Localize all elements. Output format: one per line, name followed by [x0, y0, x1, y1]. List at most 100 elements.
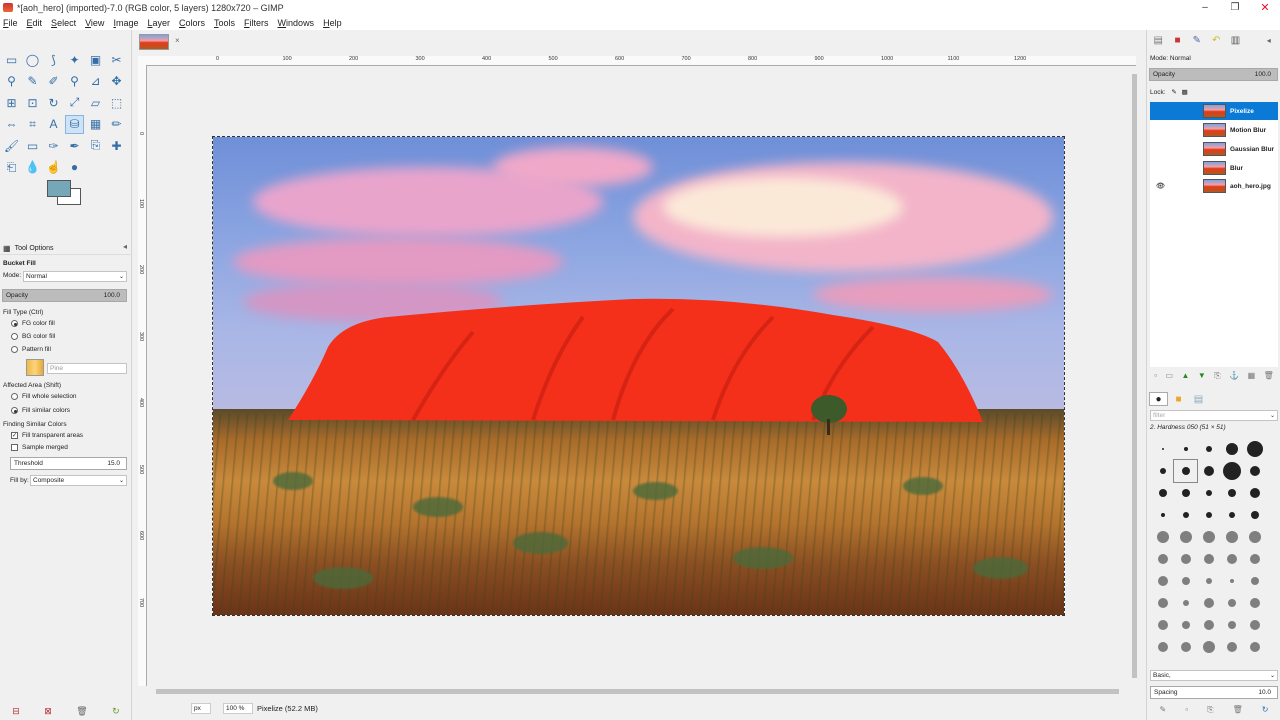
anchor-layer-icon[interactable]: ⚓ [1229, 371, 1239, 383]
brush-item[interactable] [1243, 438, 1266, 460]
reset-options-icon[interactable]: ↻ [112, 706, 120, 717]
brush-item[interactable] [1151, 592, 1174, 614]
crop-icon[interactable]: ⊡ [23, 93, 42, 112]
airbrush-icon[interactable]: ✑ [44, 136, 63, 155]
brush-item[interactable] [1174, 592, 1197, 614]
brush-item[interactable] [1151, 570, 1174, 592]
layer-row-gaussian-blur[interactable]: Gaussian Blur [1150, 140, 1278, 158]
lock-alpha-icon[interactable]: ▩ [1182, 89, 1188, 96]
align-icon[interactable]: ⊞ [2, 93, 21, 112]
pattern-fill-radio[interactable]: Pattern fill [11, 346, 51, 353]
foreground-select-icon[interactable]: ⚲ [2, 72, 21, 91]
brush-item[interactable] [1197, 570, 1220, 592]
brush-item[interactable] [1174, 482, 1197, 504]
layer-row-blur[interactable]: Blur [1150, 159, 1278, 177]
brush-item[interactable] [1243, 482, 1266, 504]
brush-item[interactable] [1243, 570, 1266, 592]
perspective-clone-icon[interactable]: ⎗ [2, 158, 21, 177]
fuzzy-select-icon[interactable]: ✦ [65, 50, 84, 69]
foreground-color-swatch[interactable] [47, 180, 71, 197]
minimize-button[interactable]: – [1190, 0, 1220, 15]
brush-item[interactable] [1243, 460, 1266, 482]
horizontal-ruler[interactable]: 0 100 200 300 400 500 600 700 800 900 1000 1100 1200 [146, 56, 1136, 66]
menu-tools[interactable]: Tools [214, 18, 235, 28]
vertical-scrollbar[interactable] [1130, 66, 1140, 686]
brush-item[interactable] [1220, 460, 1243, 482]
zoom-select[interactable]: 100 % [223, 703, 253, 714]
layer-opacity-slider[interactable]: Opacity 100.0 [1149, 68, 1278, 81]
tool-options-tab[interactable]: ▦ Tool Options ◂ [0, 242, 132, 255]
layer-mode-label[interactable]: Mode: Normal [1150, 55, 1191, 62]
undo-tab-icon[interactable]: ↶ [1207, 33, 1225, 47]
lock-pixels-icon[interactable]: ✎ [1171, 89, 1176, 96]
brush-item[interactable] [1151, 614, 1174, 636]
brush-filter-input[interactable]: filter ⌄ [1150, 410, 1278, 421]
paths-icon[interactable]: ✎ [23, 72, 42, 91]
heal-icon[interactable]: ✚ [107, 136, 126, 155]
refresh-brushes-icon[interactable]: ↻ [1262, 705, 1269, 717]
restore-options-icon[interactable]: ⊠ [44, 706, 52, 717]
layer-row-motion-blur[interactable]: Motion Blur [1150, 121, 1278, 139]
layers-tab-icon[interactable]: ▤ [1149, 33, 1167, 47]
ink-icon[interactable]: ✒ [65, 136, 84, 155]
brush-item[interactable] [1197, 548, 1220, 570]
paintbrush-icon[interactable]: 🖌 [2, 136, 21, 155]
brush-item[interactable] [1174, 504, 1197, 526]
bucket-fill-icon[interactable]: ⛁ [65, 114, 84, 134]
image-canvas[interactable] [212, 136, 1065, 616]
brush-item[interactable] [1197, 614, 1220, 636]
brush-item[interactable] [1243, 548, 1266, 570]
unit-select[interactable]: px [191, 703, 211, 714]
free-select-icon[interactable]: ⟆ [44, 50, 63, 69]
brush-item[interactable] [1243, 592, 1266, 614]
images-tab-icon[interactable]: ▥ [1226, 33, 1244, 47]
brush-preset-select[interactable]: Basic, ⌄ [1150, 670, 1278, 681]
scale-icon[interactable]: ⤢ [65, 93, 84, 112]
new-brush-icon[interactable]: ▫ [1185, 705, 1188, 717]
save-options-icon[interactable]: ⊟ [12, 706, 20, 717]
gradient-icon[interactable]: ▦ [86, 115, 105, 134]
text-icon[interactable]: A [44, 115, 63, 134]
brush-item[interactable] [1151, 548, 1174, 570]
brush-item[interactable] [1197, 482, 1220, 504]
eraser-icon[interactable]: ▭ [23, 136, 42, 155]
mode-select[interactable]: Normal ⌄ [23, 271, 127, 282]
scissors-icon[interactable]: ✂ [107, 50, 126, 69]
vertical-ruler[interactable]: 0 100 200 300 400 500 600 700 [138, 66, 147, 686]
brush-item[interactable] [1220, 614, 1243, 636]
pattern-swatch[interactable] [26, 359, 44, 376]
brush-item[interactable] [1220, 548, 1243, 570]
fill-by-select[interactable]: Composite ⌄ [30, 475, 127, 486]
brush-item[interactable] [1151, 438, 1174, 460]
brush-item[interactable] [1174, 636, 1197, 658]
blur-icon[interactable]: 💧 [23, 158, 42, 177]
delete-brush-icon[interactable]: 🗑 [1233, 705, 1243, 717]
cage-icon[interactable]: ⌗ [23, 115, 42, 134]
menu-file[interactable]: File [3, 18, 18, 28]
patterns-tab-icon[interactable]: ■ [1169, 392, 1188, 406]
brush-item[interactable] [1197, 526, 1220, 548]
brush-item[interactable] [1151, 482, 1174, 504]
layer-row-pixelize[interactable]: Pixelize [1150, 102, 1278, 120]
horizontal-scrollbar[interactable] [146, 687, 1131, 696]
sample-merged-checkbox[interactable]: Sample merged [11, 444, 68, 451]
brush-item[interactable] [1151, 504, 1174, 526]
brush-item[interactable] [1151, 526, 1174, 548]
fill-similar-colors-radio[interactable]: Fill similar colors [11, 407, 70, 414]
maximize-button[interactable]: ❐ [1220, 0, 1250, 15]
rotate-icon[interactable]: ↻ [44, 93, 63, 112]
fill-transparent-checkbox[interactable]: ✓ Fill transparent areas [11, 432, 83, 439]
pattern-name-field[interactable]: Pine [47, 363, 127, 374]
brush-item[interactable] [1243, 636, 1266, 658]
menu-layer[interactable]: Layer [147, 18, 170, 28]
edit-brush-icon[interactable]: ✎ [1160, 705, 1167, 717]
brush-item[interactable] [1174, 438, 1197, 460]
dodge-burn-icon[interactable]: ● [65, 158, 84, 177]
duplicate-brush-icon[interactable]: ⎘ [1207, 705, 1213, 717]
color-picker-icon[interactable]: ✐ [44, 72, 63, 91]
move-icon[interactable]: ✥ [107, 72, 126, 91]
menu-windows[interactable]: Windows [278, 18, 315, 28]
opacity-slider[interactable]: Opacity 100.0 [2, 289, 127, 302]
brush-item[interactable] [1197, 460, 1220, 482]
brush-item[interactable] [1173, 459, 1198, 483]
